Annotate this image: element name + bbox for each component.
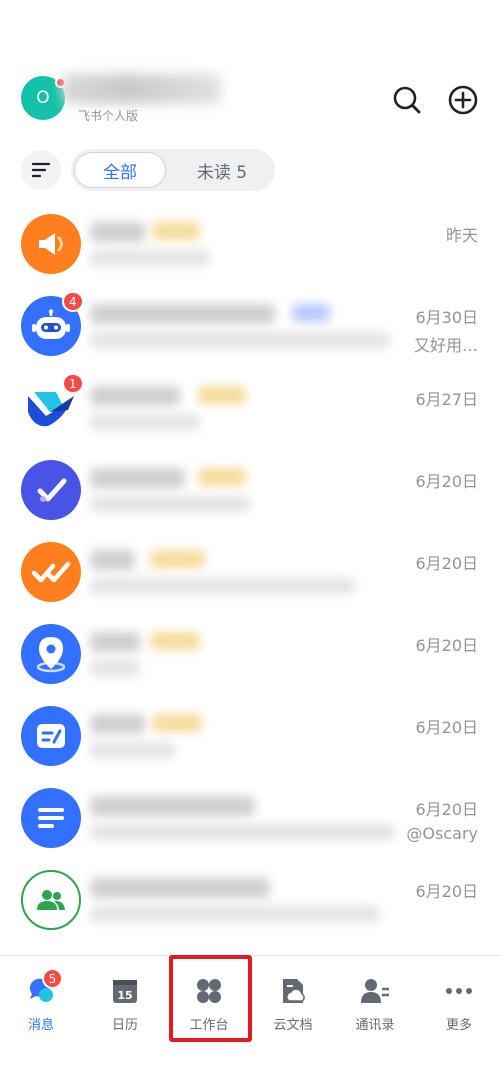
nav-docs[interactable]: 云文档 bbox=[252, 956, 334, 1040]
more-dots-icon bbox=[444, 976, 474, 1006]
blurred-preview bbox=[90, 906, 380, 922]
blurred-title bbox=[90, 878, 270, 898]
chat-row[interactable]: 6月20日 @Oscary bbox=[0, 774, 500, 856]
blurred-preview bbox=[90, 414, 200, 430]
filter-segmented-control: 全部 未读 5 bbox=[71, 149, 275, 191]
blurred-title bbox=[90, 468, 185, 488]
chat-time: 6月20日 bbox=[415, 554, 478, 573]
workplace-highlight-box bbox=[169, 955, 252, 1042]
chat-row[interactable]: 6月20日 bbox=[0, 446, 500, 528]
nav-label: 云文档 bbox=[273, 1018, 313, 1033]
nav-label: 通讯录 bbox=[355, 1018, 395, 1033]
blurred-tag bbox=[150, 550, 205, 568]
blurred-title bbox=[90, 796, 255, 816]
calendar-day: 15 bbox=[117, 989, 132, 1002]
chat-time: 6月20日 bbox=[415, 718, 478, 737]
nav-calendar[interactable]: 15 日历 bbox=[84, 956, 166, 1040]
blurred-title bbox=[90, 386, 180, 406]
nav-label: 消息 bbox=[27, 1018, 54, 1033]
blurred-title bbox=[90, 550, 135, 570]
blurred-title bbox=[90, 714, 145, 734]
chat-row[interactable]: 4 6月30日 又好用… bbox=[0, 282, 500, 364]
add-circle-icon[interactable] bbox=[447, 84, 479, 116]
user-name-blurred bbox=[62, 74, 222, 104]
chat-row[interactable]: 6月20日 bbox=[0, 528, 500, 610]
chat-time: 6月20日 bbox=[415, 800, 478, 819]
chat-bubble-icon: 5 bbox=[26, 968, 63, 1006]
blurred-preview bbox=[90, 578, 355, 594]
double-check-icon bbox=[21, 542, 81, 602]
blurred-tag bbox=[152, 714, 202, 732]
chat-time: 6月20日 bbox=[415, 882, 478, 901]
blurred-preview bbox=[90, 824, 395, 840]
blurred-tag bbox=[152, 222, 200, 240]
chat-row[interactable]: 6月20日 bbox=[0, 692, 500, 774]
blurred-title bbox=[90, 222, 145, 242]
chat-time: 6月20日 bbox=[415, 636, 478, 655]
megaphone-icon bbox=[21, 214, 81, 274]
blurred-tag bbox=[198, 386, 246, 404]
blurred-title bbox=[90, 632, 140, 652]
blurred-title bbox=[90, 304, 275, 324]
blurred-preview bbox=[90, 660, 140, 676]
blurred-tag bbox=[150, 632, 200, 650]
chat-time: 昨天 bbox=[445, 226, 478, 245]
blurred-preview bbox=[90, 332, 390, 348]
chat-time: 6月20日 bbox=[415, 472, 478, 491]
avatar-letter: O bbox=[36, 88, 50, 108]
blurred-preview bbox=[90, 496, 250, 512]
blurred-preview bbox=[90, 742, 175, 758]
chat-time: 6月27日 bbox=[415, 390, 478, 409]
nav-more[interactable]: 更多 bbox=[418, 956, 500, 1040]
nav-messages[interactable]: 5 消息 bbox=[0, 956, 82, 1040]
cloud-doc-icon bbox=[278, 976, 308, 1006]
chat-preview: 又好用… bbox=[413, 336, 478, 355]
unread-badge: 4 bbox=[62, 291, 84, 312]
header: O 飞书个人版 bbox=[0, 60, 500, 140]
chat-row[interactable]: 昨天 bbox=[0, 200, 500, 282]
nav-contacts[interactable]: 通讯录 bbox=[334, 956, 416, 1040]
chat-preview: @Oscary bbox=[406, 824, 478, 843]
tab-all[interactable]: 全部 bbox=[74, 152, 166, 188]
check-icon bbox=[21, 460, 81, 520]
nav-unread-badge: 5 bbox=[42, 968, 63, 989]
chat-row[interactable]: 6月20日 bbox=[0, 610, 500, 692]
profile-avatar[interactable]: O bbox=[21, 76, 66, 120]
group-icon bbox=[21, 870, 81, 930]
org-label: 飞书个人版 bbox=[78, 109, 139, 123]
chat-row[interactable]: 6月20日 bbox=[0, 856, 500, 938]
filter-row: 全部 未读 5 bbox=[0, 146, 500, 192]
nav-label: 更多 bbox=[445, 1018, 472, 1033]
blurred-tag bbox=[198, 468, 246, 486]
note-edit-icon bbox=[21, 706, 81, 766]
blurred-tag bbox=[292, 304, 330, 322]
chat-row[interactable]: 1 6月27日 bbox=[0, 364, 500, 446]
blurred-preview bbox=[90, 250, 210, 266]
unread-badge: 1 bbox=[62, 373, 84, 394]
nav-label: 日历 bbox=[111, 1018, 138, 1033]
chat-time: 6月30日 bbox=[415, 308, 478, 327]
tab-unread[interactable]: 未读 5 bbox=[173, 152, 271, 188]
search-icon[interactable] bbox=[391, 84, 423, 116]
location-pin-icon bbox=[21, 624, 81, 684]
contacts-icon bbox=[360, 976, 390, 1006]
filter-menu-button[interactable] bbox=[21, 150, 61, 190]
menu-lines-icon bbox=[32, 162, 50, 178]
doc-lines-icon bbox=[21, 788, 81, 848]
calendar-icon: 15 bbox=[110, 976, 140, 1006]
